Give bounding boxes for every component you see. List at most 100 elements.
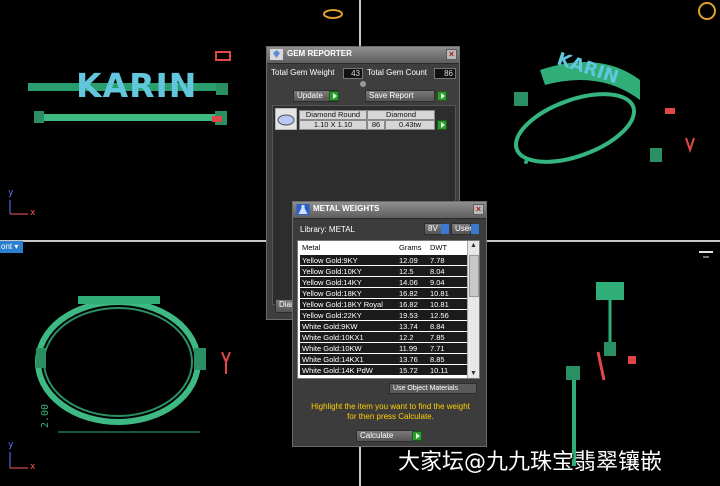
gem-count-cell: 86 <box>367 120 385 130</box>
round-diamond-icon <box>275 108 297 130</box>
metal-dwt-cell: 7.71 <box>430 344 445 353</box>
clasp-side-view <box>566 282 636 466</box>
metal-name-cell: Yellow Gold:14KY <box>302 278 362 287</box>
calculate-button[interactable]: Calculate <box>356 430 414 442</box>
metal-row[interactable]: White Gold:14KX1 13.76 8.85 <box>300 354 468 364</box>
library-user-info-icon[interactable] <box>471 224 479 234</box>
scroll-down-icon[interactable]: ▼ <box>470 370 477 377</box>
bracelet-side-view <box>35 296 231 433</box>
viewport-name-label: ont <box>1 242 13 251</box>
col-metal-header: Metal <box>302 243 321 252</box>
scroll-up-icon[interactable]: ▲ <box>470 242 477 249</box>
gem-type-cell: Diamond <box>367 110 435 120</box>
ring-gizmo-corner <box>698 2 716 20</box>
metal-name-cell: White Gold:10KX1 <box>302 333 364 342</box>
metal-row[interactable]: Yellow Gold:18KY 16.82 10.81 <box>300 288 468 298</box>
metal-grams-cell: 13.76 <box>399 355 418 364</box>
library-8v-button[interactable]: 8V <box>424 223 442 235</box>
metal-row[interactable]: Yellow Gold:22KY 19.53 12.56 <box>300 310 468 320</box>
metal-row[interactable]: Yellow Gold:14KY 14.06 9.04 <box>300 277 468 287</box>
metal-weights-titlebar[interactable]: METAL WEIGHTS × <box>293 202 486 219</box>
gem-cut-cell: Diamond Round <box>299 110 367 120</box>
use-object-materials-toggle[interactable]: Use Object Materials <box>389 383 477 394</box>
metal-dwt-cell: 9.04 <box>430 278 445 287</box>
gem-reporter-title: GEM REPORTER <box>287 49 352 58</box>
metal-grams-cell: 16.82 <box>399 289 418 298</box>
metal-grams-cell: 14.06 <box>399 278 418 287</box>
scrollbar-thumb[interactable] <box>469 255 479 297</box>
col-dwt-header: DWT <box>430 243 448 252</box>
axis-tripod-bottom <box>9 452 28 469</box>
flask-icon <box>296 204 310 215</box>
axis-x-label-bottom: x <box>30 462 36 472</box>
library-label: Library: METAL <box>300 225 355 234</box>
metal-name-cell: White Gold:10KW <box>302 344 362 353</box>
metal-grams-cell: 11.99 <box>399 344 418 353</box>
metal-row[interactable]: White Gold:9KW 13.74 8.84 <box>300 321 468 331</box>
use-object-materials-label: Use Object Materials <box>393 385 458 392</box>
metal-grams-cell: 15.72 <box>399 366 418 375</box>
calculate-go-icon[interactable] <box>412 431 422 441</box>
save-report-go-icon[interactable] <box>437 91 447 101</box>
metal-table-scrollbar[interactable]: ▲ ▼ <box>467 241 479 378</box>
gem-reporter-close-icon[interactable]: × <box>446 49 457 60</box>
metal-row[interactable]: White Gold:10KW 11.99 7.71 <box>300 343 468 353</box>
metal-dwt-cell: 8.85 <box>430 355 445 364</box>
metal-dwt-cell: 8.84 <box>430 322 445 331</box>
metal-row[interactable]: White Gold:14K PdW 15.72 10.11 <box>300 365 468 375</box>
gem-size-cell: 1.10 X 1.10 <box>299 120 367 130</box>
metal-row[interactable]: Yellow Gold:18KY Royal 16.82 10.81 <box>300 299 468 309</box>
metal-weights-title: METAL WEIGHTS <box>313 204 380 213</box>
library-user-button[interactable]: User <box>451 223 472 235</box>
metal-grams-cell: 12.2 <box>399 333 414 342</box>
save-report-button[interactable]: Save Report <box>365 90 435 102</box>
ring-gizmo-top <box>323 9 343 19</box>
gem-row[interactable]: Diamond Round Diamond 1.10 X 1.10 86 0.4… <box>275 108 451 132</box>
total-gem-weight-label: Total Gem Weight <box>271 68 335 77</box>
dimension-label: 2.00 <box>40 403 51 428</box>
library-8v-info-icon[interactable] <box>441 224 449 234</box>
save-report-button-label: Save Report <box>369 91 414 100</box>
watermark-text: 大家坛@九九珠宝翡翠镶嵌 <box>398 450 663 475</box>
metal-name-cell: Yellow Gold:18KY Royal <box>302 300 383 309</box>
library-user-label: User <box>455 224 472 233</box>
splitter-grip[interactable] <box>360 81 366 87</box>
total-gem-count-value: 86 <box>434 68 456 79</box>
metal-name-cell: Yellow Gold:18KY <box>302 289 362 298</box>
metal-name-cell: Yellow Gold:9KY <box>302 256 358 265</box>
hint-line-2: for then press Calculate. <box>347 412 434 421</box>
metal-row[interactable]: Yellow Gold:10KY 12.5 8.04 <box>300 266 468 276</box>
metal-dwt-cell: 10.81 <box>430 289 449 298</box>
library-8v-label: 8V <box>428 224 438 233</box>
hint-line-1: Highlight the item you want to find the … <box>311 402 470 411</box>
metal-table-header: Metal Grams DWT <box>298 241 470 254</box>
axis-y-label-top: y <box>8 188 14 198</box>
gem-reporter-titlebar[interactable]: GEM REPORTER × <box>267 47 459 64</box>
metal-name-cell: White Gold:14K PdW <box>302 366 373 375</box>
viewport-name-dropdown[interactable]: ont ▾ <box>0 241 23 253</box>
total-gem-count-label: Total Gem Count <box>367 68 428 77</box>
metal-name-cell: White Gold:9KW <box>302 322 358 331</box>
metal-name-cell: Yellow Gold:22KY <box>302 311 362 320</box>
metal-grams-cell: 12.09 <box>399 256 418 265</box>
update-go-icon[interactable] <box>329 91 339 101</box>
gem-icon <box>270 49 283 60</box>
metal-dwt-cell: 7.78 <box>430 256 445 265</box>
metal-weights-dialog: METAL WEIGHTS × Library: METAL 8V User M… <box>292 201 487 447</box>
metal-weights-close-icon[interactable]: × <box>473 204 484 215</box>
metal-table[interactable]: Metal Grams DWT Yellow Gold:9KY 12.09 7.78… <box>297 240 480 379</box>
metal-dwt-cell: 7.85 <box>430 333 445 342</box>
metal-row[interactable]: Yellow Gold:9KY 12.09 7.78 <box>300 255 468 265</box>
axis-x-label-top: x <box>30 208 36 218</box>
metal-dwt-cell: 12.56 <box>430 311 449 320</box>
metal-row[interactable]: White Gold:10KX1 12.2 7.85 <box>300 332 468 342</box>
metal-dwt-cell: 10.11 <box>430 366 449 375</box>
axis-tripod-top <box>9 200 28 215</box>
axis-y-label-bottom: y <box>8 440 14 450</box>
calculate-button-label: Calculate <box>360 431 394 440</box>
metal-grams-cell: 16.82 <box>399 300 418 309</box>
gem-row-go-icon[interactable] <box>437 120 447 130</box>
metal-name-cell: Yellow Gold:10KY <box>302 267 362 276</box>
update-button-label: Update <box>297 91 323 100</box>
metal-dwt-cell: 10.81 <box>430 300 449 309</box>
